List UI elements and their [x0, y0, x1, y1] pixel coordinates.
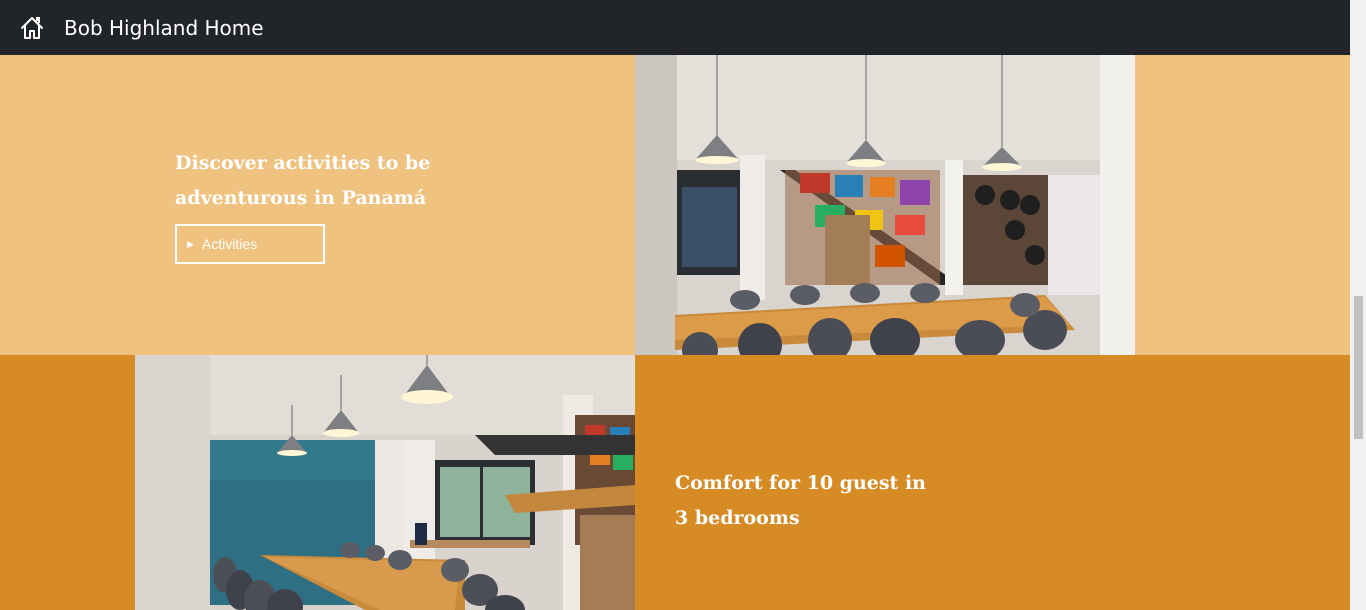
brand-title[interactable]: Bob Highland Home	[64, 16, 264, 40]
scrollbar-thumb[interactable]	[1354, 296, 1363, 439]
page-scrollbar[interactable]	[1350, 0, 1366, 610]
home-link[interactable]: Bob Highland Home	[0, 0, 264, 55]
activities-button-label: Activities	[201, 236, 258, 252]
comfort-headline: Comfort for 10 guest in 3 bedrooms	[675, 472, 926, 529]
comfort-section: Comfort for 10 guest in 3 bedrooms	[0, 355, 1350, 610]
dining-room-photo-1	[635, 55, 1135, 355]
activities-section: Discover activities to be adventurous in…	[0, 55, 1350, 355]
play-icon: ▶	[187, 238, 194, 249]
activities-button[interactable]: ▶ Activities	[175, 224, 325, 264]
home-icon[interactable]	[19, 15, 45, 41]
top-navbar: Bob Highland Home	[0, 0, 1350, 55]
dining-room-photo-2	[135, 355, 635, 610]
activities-headline: Discover activities to be adventurous in…	[175, 152, 431, 209]
